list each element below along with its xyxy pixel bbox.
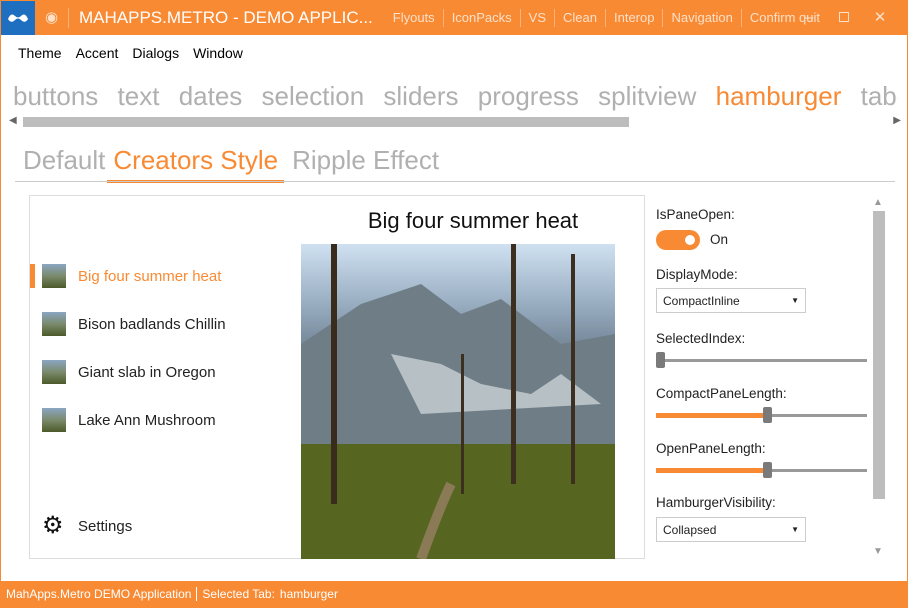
- selection-indicator-empty: [30, 360, 35, 384]
- tab-splitview[interactable]: splitview: [598, 81, 696, 111]
- title-commands: Flyouts IconPacks VS Clean Interop Navig…: [385, 9, 828, 27]
- content-title: Big four summer heat: [367, 208, 579, 233]
- compact-pane-length-slider[interactable]: [656, 407, 867, 423]
- navigation-button[interactable]: Navigation: [662, 9, 740, 27]
- tab-divider: [15, 181, 895, 182]
- content-image: [301, 244, 615, 559]
- open-pane-length-slider[interactable]: [656, 462, 867, 478]
- photo-thumbnail-icon: [42, 408, 66, 432]
- menu-dialogs[interactable]: Dialogs: [125, 45, 186, 61]
- tab-text[interactable]: text: [118, 81, 160, 111]
- open-pane-length-label: OpenPaneLength:: [656, 441, 766, 456]
- hamburger-pane: Big four summer heat Bison badlands Chil…: [30, 196, 300, 558]
- slider-thumb[interactable]: [763, 407, 773, 423]
- tab-tabcontrol[interactable]: tabcontrol: [861, 81, 898, 111]
- nav-item-lake-ann[interactable]: Lake Ann Mushroom: [30, 400, 216, 440]
- sub-tabs: Default Creators Style Ripple Effect: [23, 145, 447, 183]
- display-mode-value: CompactInline: [663, 294, 740, 308]
- title-bar: ◉ MAHAPPS.METRO - DEMO APPLIC... Flyouts…: [1, 1, 907, 35]
- photo-thumbnail-icon: [42, 360, 66, 384]
- toggle-state-label: On: [710, 232, 729, 247]
- nav-item-giant-slab[interactable]: Giant slab in Oregon: [30, 352, 216, 392]
- status-selected-tab-value: hamburger: [279, 587, 338, 601]
- scrollbar-thumb[interactable]: [23, 117, 629, 127]
- vs-button[interactable]: VS: [519, 9, 554, 27]
- nav-item-label: Bison badlands Chillin: [78, 315, 226, 333]
- tab-dates[interactable]: dates: [179, 81, 243, 111]
- github-icon[interactable]: ◉: [35, 8, 69, 28]
- tab-sliders[interactable]: sliders: [383, 81, 458, 111]
- settings-label: Settings: [78, 517, 133, 535]
- dropdown-arrow-icon: ▼: [791, 296, 799, 305]
- mahapps-logo-icon: [1, 1, 35, 35]
- options-vertical-scrollbar[interactable]: ▲ ▼: [871, 197, 887, 557]
- slider-thumb[interactable]: [656, 352, 665, 368]
- tab-hamburger[interactable]: hamburger: [716, 81, 842, 111]
- flyouts-button[interactable]: Flyouts: [385, 9, 443, 27]
- hamburger-visibility-combobox[interactable]: Collapsed ▼: [656, 517, 806, 542]
- display-mode-label: DisplayMode:: [656, 267, 738, 282]
- maximize-button[interactable]: [811, 1, 857, 35]
- hamburger-visibility-label: HamburgerVisibility:: [656, 495, 776, 510]
- menu-accent[interactable]: Accent: [69, 45, 126, 61]
- selection-indicator-empty: [30, 408, 35, 432]
- tab-selection[interactable]: selection: [262, 81, 365, 111]
- is-pane-open-toggle[interactable]: [656, 230, 700, 250]
- nav-item-label: Lake Ann Mushroom: [78, 411, 216, 429]
- selection-indicator: [30, 264, 35, 288]
- selected-index-label: SelectedIndex:: [656, 331, 746, 346]
- clean-button[interactable]: Clean: [554, 9, 605, 27]
- menu-window[interactable]: Window: [186, 45, 250, 61]
- slider-fill: [656, 413, 764, 418]
- status-app-name: MahApps.Metro DEMO Application: [1, 587, 198, 601]
- selection-indicator-empty: [30, 514, 35, 538]
- status-bar: MahApps.Metro DEMO Application Selected …: [1, 581, 907, 607]
- menu-bar: Theme Accent Dialogs Window: [11, 45, 250, 61]
- compact-pane-length-label: CompactPaneLength:: [656, 386, 787, 401]
- nav-item-label: Giant slab in Oregon: [78, 363, 216, 381]
- slider-thumb[interactable]: [763, 462, 773, 478]
- slider-track: [656, 359, 867, 362]
- dropdown-arrow-icon: ▼: [791, 525, 799, 534]
- gear-icon: ⚙: [42, 512, 64, 539]
- scrollbar-thumb[interactable]: [873, 211, 885, 499]
- menu-theme[interactable]: Theme: [11, 45, 69, 61]
- tab-progress[interactable]: progress: [478, 81, 579, 111]
- app-window: ◉ MAHAPPS.METRO - DEMO APPLIC... Flyouts…: [0, 0, 908, 608]
- nav-item-bison[interactable]: Bison badlands Chillin: [30, 304, 226, 344]
- status-selected-tab-label: Selected Tab:: [202, 587, 275, 601]
- iconpacks-button[interactable]: IconPacks: [442, 9, 520, 27]
- slider-fill: [656, 468, 764, 473]
- is-pane-open-label: IsPaneOpen:: [656, 207, 735, 222]
- scroll-left-icon[interactable]: ◀: [9, 115, 17, 126]
- photo-thumbnail-icon: [42, 264, 66, 288]
- tab-creators-style[interactable]: Creators Style: [107, 145, 285, 183]
- tab-default[interactable]: Default: [23, 145, 105, 183]
- window-title: MAHAPPS.METRO - DEMO APPLIC...: [79, 8, 373, 27]
- nav-item-label: Big four summer heat: [78, 267, 222, 285]
- selected-index-slider[interactable]: [656, 352, 867, 368]
- nav-item-big-four[interactable]: Big four summer heat: [30, 256, 221, 296]
- scroll-up-icon[interactable]: ▲: [873, 197, 883, 208]
- hamburger-visibility-value: Collapsed: [663, 523, 717, 537]
- interop-button[interactable]: Interop: [604, 9, 662, 27]
- scroll-down-icon[interactable]: ▼: [873, 546, 883, 557]
- hamburger-menu: Big four summer heat Bison badlands Chil…: [29, 195, 645, 559]
- close-button[interactable]: ✕: [857, 1, 903, 35]
- nav-item-settings[interactable]: ⚙ Settings: [30, 506, 132, 546]
- tab-ripple-effect[interactable]: Ripple Effect: [292, 145, 439, 183]
- tab-buttons[interactable]: buttons: [13, 81, 98, 111]
- scroll-right-icon[interactable]: ▶: [893, 115, 901, 126]
- main-tabs: buttons text dates selection sliders pro…: [13, 81, 898, 112]
- selection-indicator-empty: [30, 312, 35, 336]
- display-mode-combobox[interactable]: CompactInline ▼: [656, 288, 806, 313]
- tabs-horizontal-scrollbar[interactable]: ◀ ▶: [9, 115, 901, 129]
- photo-thumbnail-icon: [42, 312, 66, 336]
